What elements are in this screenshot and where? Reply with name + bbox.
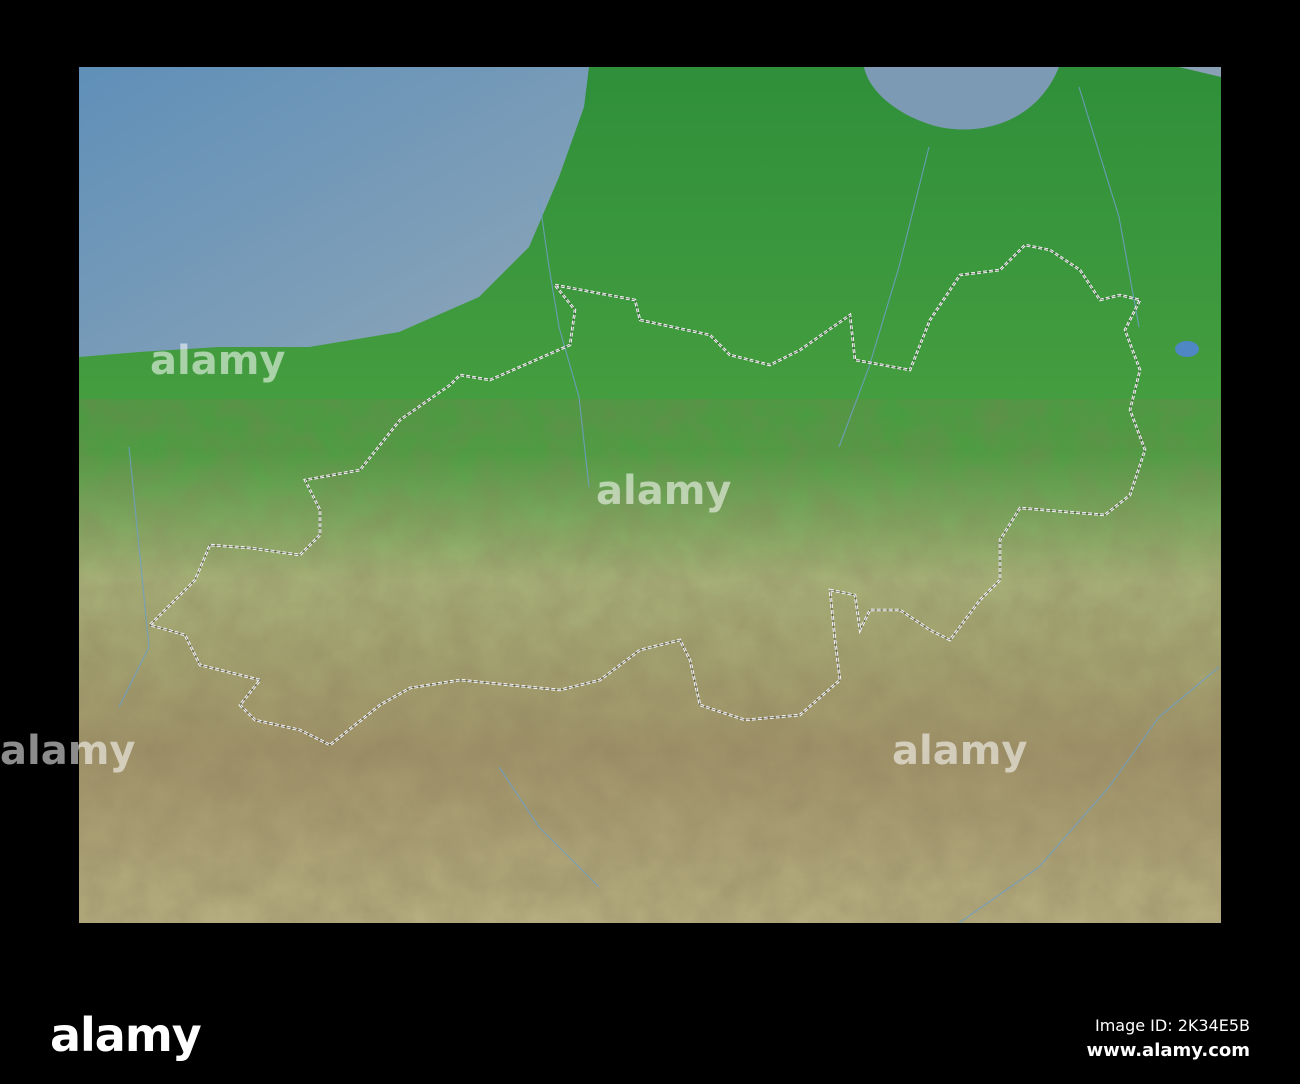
lake — [1175, 341, 1199, 357]
website-link[interactable]: www.alamy.com — [1086, 1040, 1250, 1061]
image-id: Image ID: 2K34E5B — [1094, 1016, 1250, 1035]
terrain-shading — [79, 447, 1221, 923]
watermark: alamy — [150, 338, 286, 384]
watermark: alamy — [596, 468, 732, 514]
alamy-logo: alamy — [50, 1008, 202, 1062]
watermark: alamy — [892, 728, 1028, 774]
watermark: alamy — [0, 728, 136, 774]
